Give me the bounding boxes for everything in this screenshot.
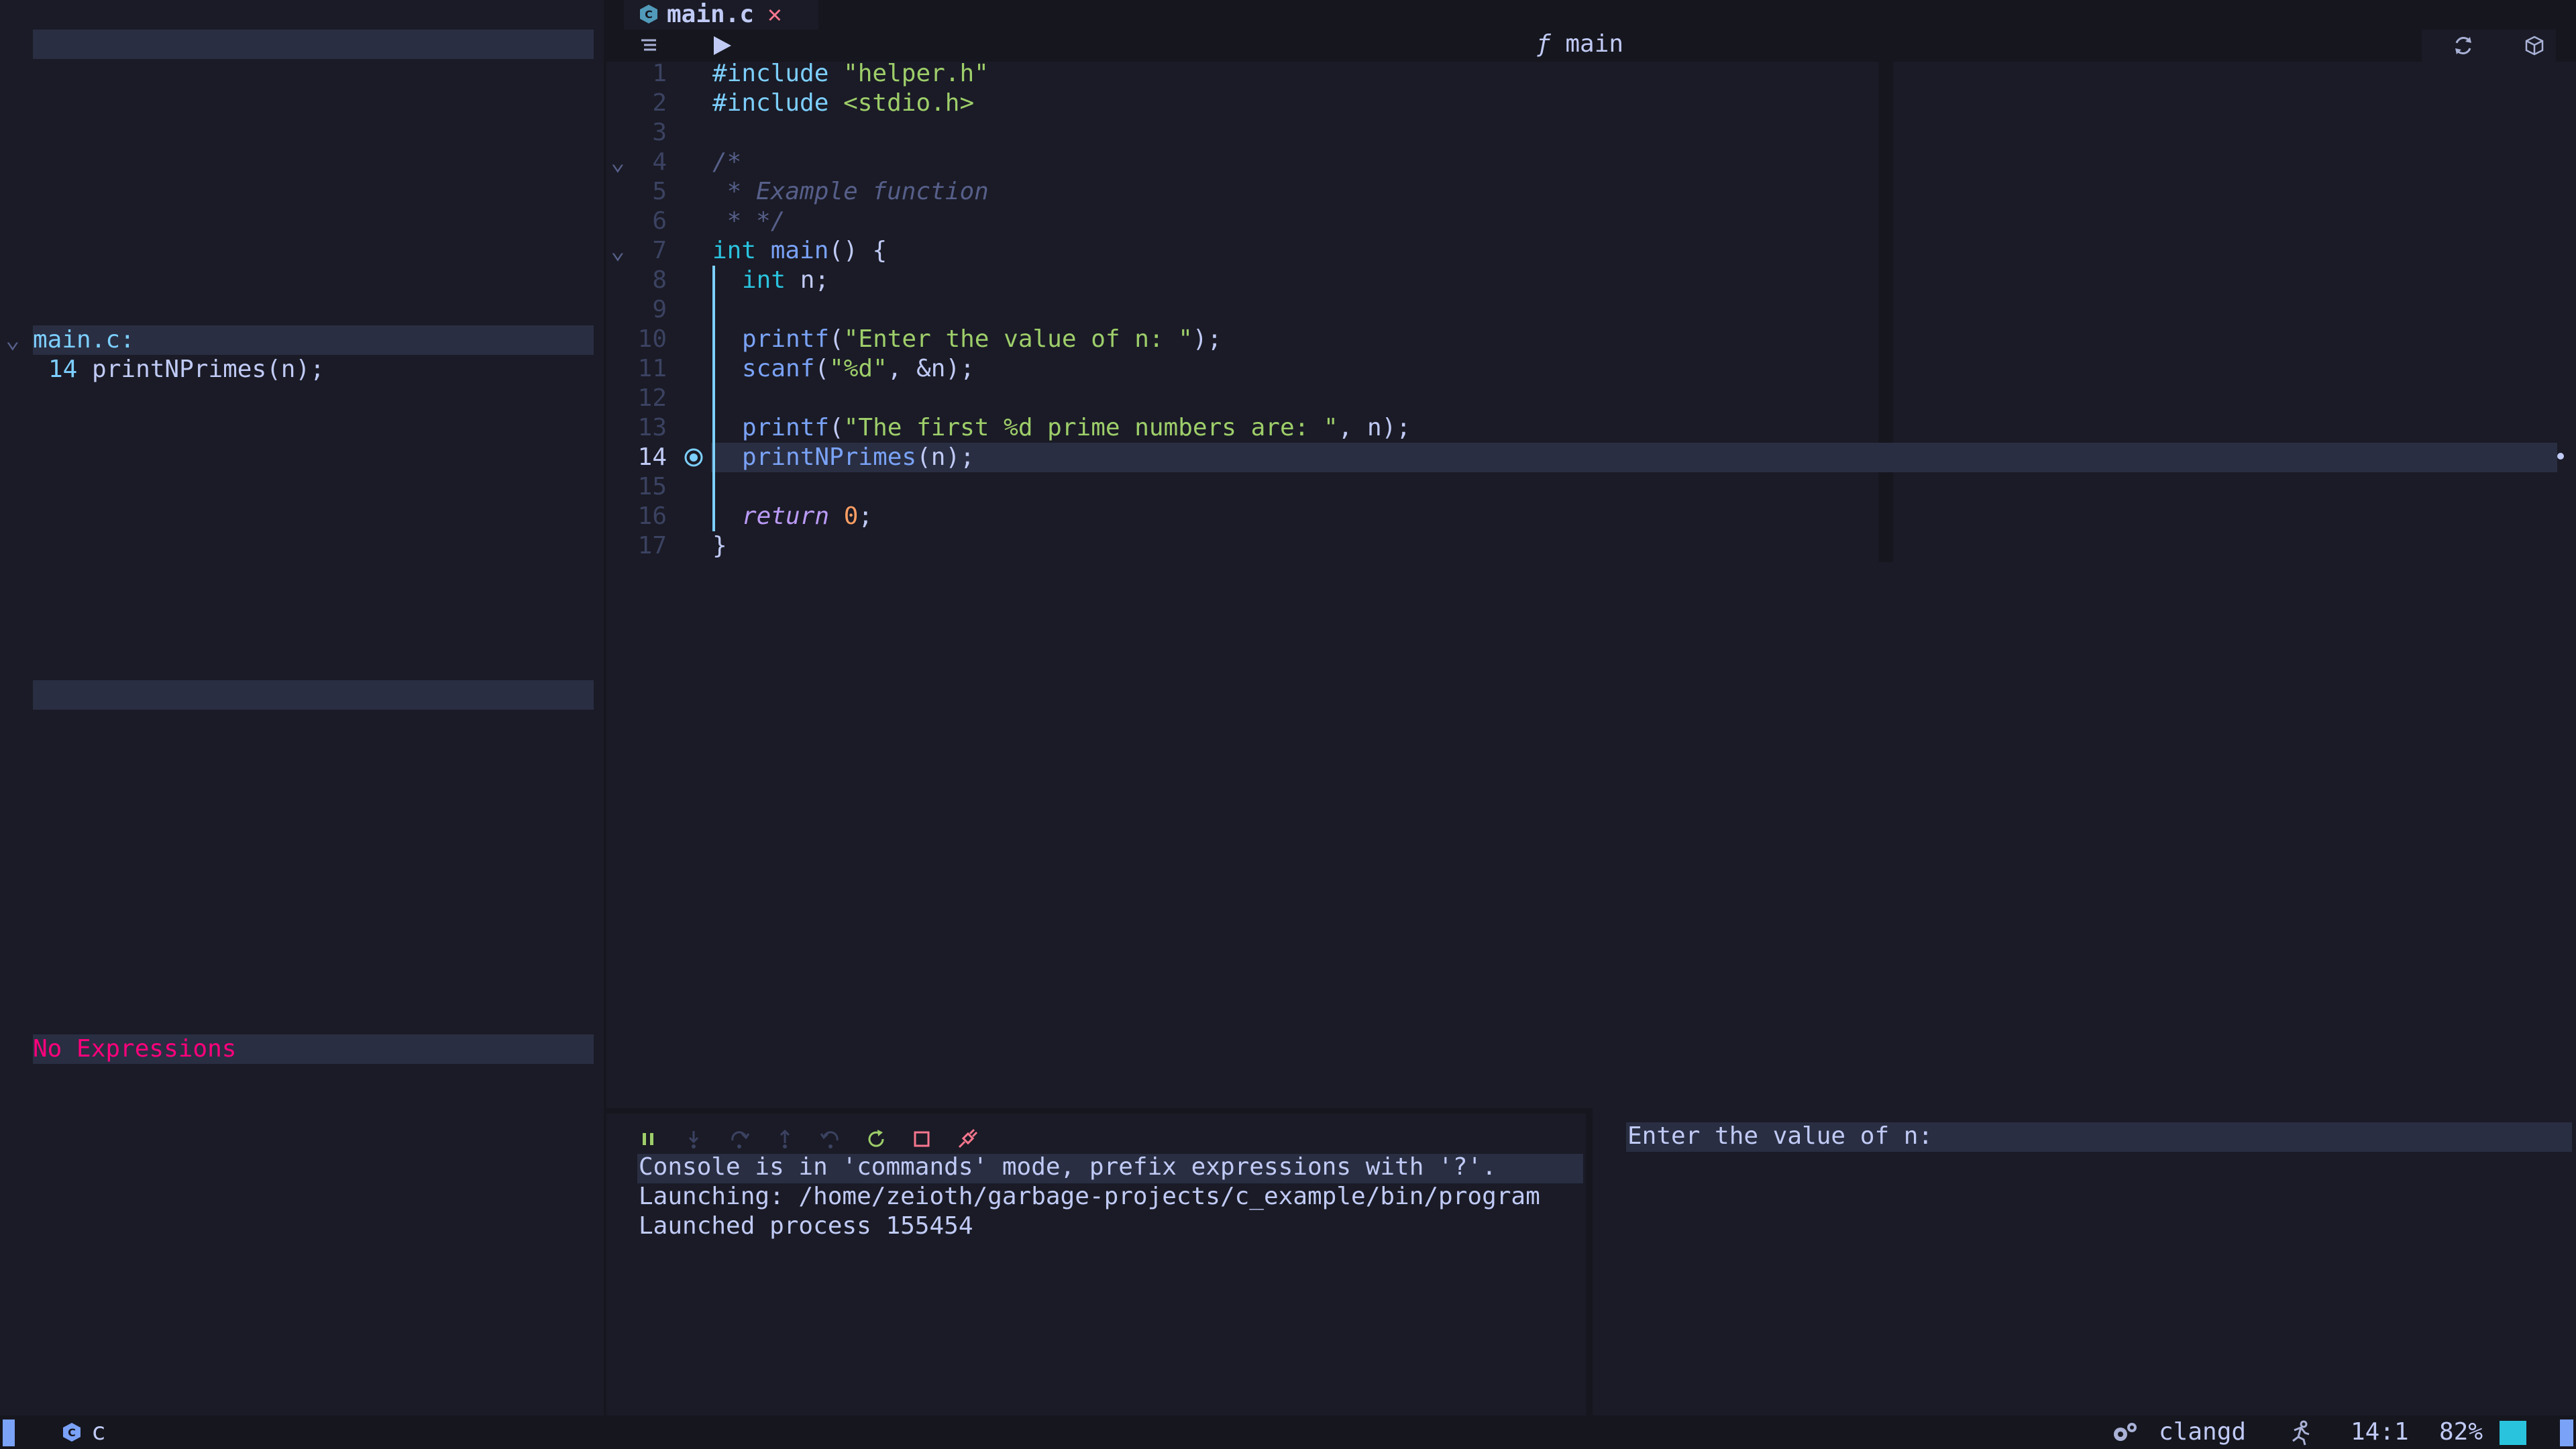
code-line-7: int main() { bbox=[712, 237, 888, 264]
code-line-4: /* bbox=[712, 148, 742, 176]
line-number: 5 bbox=[652, 178, 667, 205]
program-terminal[interactable] bbox=[1593, 1108, 2576, 1415]
run-icon[interactable] bbox=[710, 34, 734, 58]
code-line-16: return 0; bbox=[742, 502, 873, 530]
code-line-10: printf("Enter the value of n: "); bbox=[742, 325, 1222, 353]
stack-frame-row[interactable]: 14 printNPrimes(n); bbox=[48, 355, 325, 384]
outline-toggle-icon[interactable] bbox=[639, 35, 660, 56]
line-number-gutter: 1 2 3 4 5 6 7 8 9 10 11 12 13 14 15 16 1… bbox=[606, 59, 667, 561]
c-file-icon: C bbox=[639, 4, 659, 24]
function-icon: ƒ bbox=[1536, 30, 1551, 58]
horizontal-split[interactable] bbox=[606, 1108, 1586, 1114]
code-editor[interactable] bbox=[606, 62, 2576, 1108]
pause-icon[interactable] bbox=[637, 1128, 659, 1150]
gears-icon bbox=[2110, 1419, 2140, 1446]
no-expressions-label: No Expressions bbox=[33, 1035, 237, 1063]
step-over-icon[interactable] bbox=[729, 1128, 750, 1150]
tabline bbox=[606, 0, 2576, 30]
line-number: 1 bbox=[652, 60, 667, 87]
runner-icon bbox=[2289, 1419, 2313, 1446]
code-line-1: #include "helper.h" bbox=[712, 60, 989, 87]
dap-controls bbox=[637, 1124, 1000, 1154]
mode-indicator-right bbox=[2560, 1419, 2573, 1446]
code-line-2: #include <stdio.h> bbox=[712, 89, 975, 117]
scroll-percent: 82% bbox=[2439, 1418, 2483, 1446]
fold-chevron-icon[interactable]: ⌄ bbox=[610, 148, 625, 177]
code-line-8: int n; bbox=[742, 266, 830, 294]
winbar-func-name: main bbox=[1565, 30, 1624, 58]
svg-text:C: C bbox=[68, 1426, 76, 1439]
mode-indicator bbox=[3, 1419, 15, 1446]
stack-file-label[interactable]: main.c: bbox=[33, 325, 135, 355]
line-number: 13 bbox=[637, 414, 667, 441]
tab-filename: main.c bbox=[667, 1, 755, 28]
line-number-current: 14 bbox=[637, 443, 667, 471]
console-split[interactable] bbox=[1586, 1108, 1593, 1415]
line-number: 15 bbox=[637, 473, 667, 500]
tab-main-c[interactable]: C main.c ✕ bbox=[624, 0, 818, 30]
line-number: 8 bbox=[652, 266, 667, 294]
stack-frame-call: printNPrimes(n); bbox=[92, 356, 325, 383]
cursor-position: 14:1 bbox=[2351, 1418, 2409, 1446]
color-column bbox=[1878, 62, 1893, 562]
scroll-indicator bbox=[2557, 453, 2564, 460]
code-line-6: * */ bbox=[712, 207, 786, 235]
scrollbar-indicator bbox=[2500, 1421, 2526, 1445]
winbar-function: ƒ main bbox=[1536, 30, 1623, 59]
line-number: 2 bbox=[652, 89, 667, 117]
indent-guide bbox=[712, 266, 715, 531]
lsp-client-label[interactable]: clangd bbox=[2159, 1417, 2246, 1447]
step-into-icon[interactable] bbox=[683, 1128, 704, 1150]
line-number: 12 bbox=[637, 384, 667, 412]
disconnect-icon[interactable] bbox=[957, 1128, 978, 1150]
line-number: 3 bbox=[652, 119, 667, 146]
close-icon[interactable]: ✕ bbox=[767, 0, 782, 30]
chevron-down-icon[interactable]: ⌄ bbox=[5, 325, 20, 355]
line-number: 17 bbox=[637, 532, 667, 559]
console-line: Launched process 155454 bbox=[639, 1212, 973, 1240]
code-line-14: printNPrimes(n); bbox=[742, 443, 975, 471]
line-number: 9 bbox=[652, 296, 667, 323]
c-filetype-icon: C bbox=[62, 1422, 82, 1442]
line-number: 10 bbox=[637, 325, 667, 353]
line-number: 6 bbox=[652, 207, 667, 235]
code-line-17: } bbox=[712, 532, 727, 559]
code-line-11: scanf("%d", &n); bbox=[742, 355, 975, 382]
console-line: Launching: /home/zeioth/garbage-projects… bbox=[639, 1183, 1540, 1210]
fold-chevron-icon[interactable]: ⌄ bbox=[610, 236, 625, 266]
terminal-output: Enter the value of n: bbox=[1627, 1122, 1933, 1150]
step-back-icon[interactable] bbox=[820, 1128, 841, 1150]
stop-icon[interactable] bbox=[911, 1128, 932, 1150]
restart-icon[interactable] bbox=[865, 1128, 887, 1150]
scopes-header-bar bbox=[33, 30, 594, 59]
line-number: 16 bbox=[637, 502, 667, 530]
console-line: Console is in 'commands' mode, prefix ex… bbox=[639, 1153, 1497, 1181]
breakpoint-stopped-icon[interactable] bbox=[683, 447, 704, 468]
package-icon[interactable] bbox=[2524, 35, 2545, 56]
svg-text:C: C bbox=[645, 8, 653, 21]
code-line-13: printf("The first %d prime numbers are: … bbox=[742, 414, 1411, 441]
stack-frame-line: 14 bbox=[48, 356, 78, 383]
breakpoints-header-bar bbox=[33, 680, 594, 710]
filetype-label: c bbox=[91, 1418, 106, 1446]
line-number: 11 bbox=[637, 355, 667, 382]
step-out-icon[interactable] bbox=[774, 1128, 796, 1150]
cursor-line-right bbox=[1893, 443, 2557, 472]
code-line-5: * Example function bbox=[712, 178, 989, 205]
refresh-icon[interactable] bbox=[2451, 34, 2475, 58]
